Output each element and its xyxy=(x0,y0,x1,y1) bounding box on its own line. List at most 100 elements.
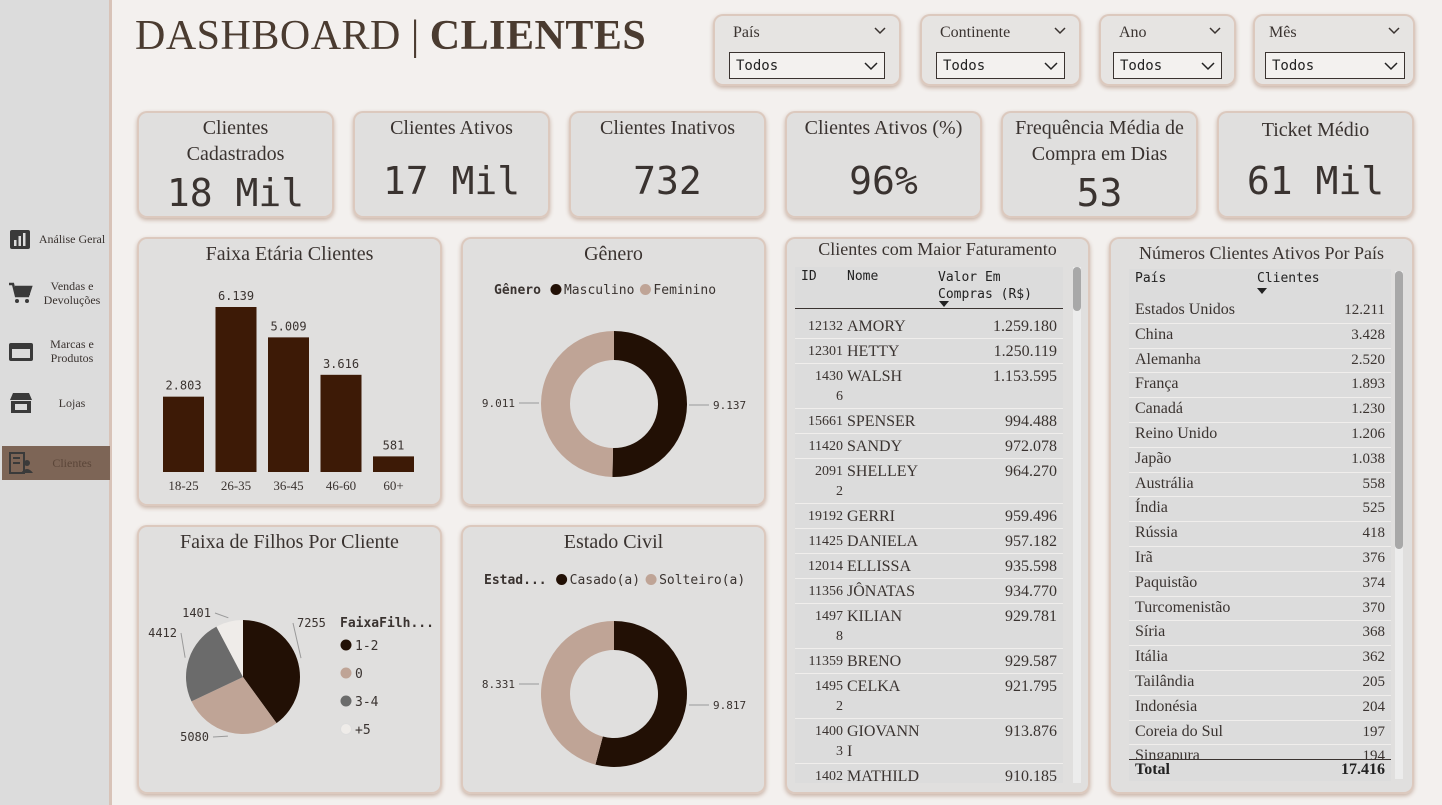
table-row[interactable]: 1402 MATHILD 910.185 xyxy=(795,764,1063,783)
sidebar-item-lojas[interactable]: Lojas xyxy=(2,386,110,420)
table-row[interactable]: 1495 2 CELKA 921.795 xyxy=(795,674,1063,719)
chevron-down-icon[interactable] xyxy=(1053,24,1067,38)
table-row[interactable]: 12301 HETTY 1.250.119 xyxy=(795,339,1063,364)
filter-select-continente[interactable]: Todos xyxy=(936,52,1065,79)
kpi-title: Clientes Ativos (%) xyxy=(804,117,963,139)
filter-select-pais[interactable]: Todos xyxy=(729,52,885,79)
table-row[interactable]: Síria 368 xyxy=(1129,621,1391,647)
table-scrollbar[interactable] xyxy=(1395,271,1403,779)
table-row[interactable]: 15661 SPENSER 994.488 xyxy=(795,409,1063,434)
cell-pais: Estados Unidos xyxy=(1135,301,1235,318)
table-row[interactable]: 1400 3 GIOVANN I 913.876 xyxy=(795,719,1063,764)
table-header: País Clientes xyxy=(1129,269,1391,297)
filter-select-ano[interactable]: Todos xyxy=(1113,52,1222,79)
table-row[interactable]: 11425 DANIELA 957.182 xyxy=(795,529,1063,554)
table-row[interactable]: Índia 525 xyxy=(1129,497,1391,523)
cell-nome: WALSH xyxy=(847,368,903,385)
cell-id: 11356 xyxy=(808,584,843,599)
slice-Masculino[interactable] xyxy=(612,331,688,477)
table-row[interactable]: 11359 BRENO 929.587 xyxy=(795,649,1063,674)
legend-marker[interactable] xyxy=(340,639,352,651)
table-scrollbar[interactable] xyxy=(1073,267,1081,783)
chevron-down-icon[interactable] xyxy=(873,24,887,38)
legend-marker[interactable] xyxy=(340,723,352,735)
column-header-pais[interactable]: País xyxy=(1135,271,1166,286)
table-row[interactable]: França 1.893 xyxy=(1129,373,1391,399)
scrollbar-thumb[interactable] xyxy=(1395,271,1403,549)
table-row[interactable]: Austrália 558 xyxy=(1129,473,1391,498)
sidebar-item-vendas[interactable]: Vendas e Devoluções xyxy=(2,276,110,310)
bar-36-45[interactable] xyxy=(268,337,309,472)
table-row[interactable]: Irã 376 xyxy=(1129,547,1391,572)
slice-Feminino[interactable] xyxy=(541,331,614,477)
table-row[interactable]: Indonésia 204 xyxy=(1129,696,1391,721)
legend-label[interactable]: Masculino xyxy=(564,283,634,298)
table-row[interactable]: 2091 2 SHELLEY 964.270 xyxy=(795,459,1063,504)
table-row[interactable]: Itália 362 xyxy=(1129,646,1391,671)
label-leader xyxy=(180,632,186,658)
column-header-clientes[interactable]: Clientes xyxy=(1257,271,1320,286)
legend-label[interactable]: Feminino xyxy=(653,283,716,298)
marital-donut-chart: Estad... Casado(a) Solteiro(a) 9.817 8.331 xyxy=(482,573,746,767)
chevron-down-icon[interactable] xyxy=(1387,24,1401,38)
legend-label[interactable]: Solteiro(a) xyxy=(659,573,745,588)
legend-marker[interactable] xyxy=(556,574,568,585)
filter-mes: Mês Todos xyxy=(1253,14,1415,86)
sort-desc-icon xyxy=(939,301,949,307)
table-row[interactable]: 1497 8 KILIAN 929.781 xyxy=(795,604,1063,649)
table-row[interactable]: 12014 ELLISSA 935.598 xyxy=(795,554,1063,579)
bar-60+[interactable] xyxy=(373,456,414,472)
legend-marker[interactable] xyxy=(645,574,657,585)
table-row[interactable]: Canadá 1.230 xyxy=(1129,398,1391,423)
age-bar-chart: 2.803 18-25 6.139 26-35 5.009 36-45 3.616 46-60… xyxy=(163,289,414,493)
table-row[interactable]: Turcomenistão 370 xyxy=(1129,597,1391,622)
cell-pais: Síria xyxy=(1135,623,1166,641)
column-header-nome[interactable]: Nome xyxy=(847,269,878,284)
table-row[interactable]: 1430 6 WALSH 1.153.595 xyxy=(795,364,1063,409)
sidebar-item-analise-geral[interactable]: Análise Geral xyxy=(2,222,110,256)
legend-label[interactable]: +5 xyxy=(355,723,371,738)
sidebar-item-clientes[interactable]: Clientes xyxy=(2,446,110,480)
bar-26-35[interactable] xyxy=(215,307,257,472)
cell-valor: 929.781 xyxy=(1005,608,1057,625)
table-row[interactable]: 12132 AMORY 1.259.180 xyxy=(795,314,1063,339)
kpi-clientes-cadastrados: Clientes Cadastrados 18 Mil xyxy=(137,111,334,218)
filter-select-mes[interactable]: Todos xyxy=(1265,52,1405,79)
table-row[interactable]: Reino Unido 1.206 xyxy=(1129,423,1391,448)
legend-label[interactable]: Casado(a) xyxy=(570,573,640,588)
cell-clientes: 368 xyxy=(1362,624,1386,641)
children-pie-chart: 7255 5080 4412 1401 FaixaFilh... 1-2 0 3-4 +5 xyxy=(148,606,434,744)
sidebar-item-marcas[interactable]: Marcas e Produtos xyxy=(2,334,110,368)
panel-faixa-filhos: Faixa de Filhos Por Cliente 7255 5080 4412… xyxy=(137,525,442,794)
table-row[interactable]: Alemanha 2.520 xyxy=(1129,349,1391,374)
bar-18-25[interactable] xyxy=(163,396,204,472)
table-row[interactable]: Paquistão 374 xyxy=(1129,572,1391,597)
table-row[interactable]: Tailândia 205 xyxy=(1129,671,1391,696)
cell-pais: Austrália xyxy=(1135,474,1194,492)
legend-marker[interactable] xyxy=(340,667,352,679)
table-row[interactable]: China 3.428 xyxy=(1129,324,1391,349)
table-row[interactable]: Estados Unidos 12.211 xyxy=(1129,299,1391,324)
table-row[interactable]: Japão 1.038 xyxy=(1129,448,1391,473)
legend-marker[interactable] xyxy=(550,284,562,295)
cell-id: 1430 6 xyxy=(815,369,843,404)
cell-id: 15661 xyxy=(808,414,843,429)
chevron-down-icon[interactable] xyxy=(1208,24,1222,38)
column-header-id[interactable]: ID xyxy=(801,269,817,284)
legend-marker[interactable] xyxy=(340,695,352,707)
bar-46-60[interactable] xyxy=(320,374,362,472)
cell-clientes: 558 xyxy=(1362,475,1386,492)
table-row[interactable]: Rússia 418 xyxy=(1129,522,1391,547)
table-row[interactable]: 11420 SANDY 972.078 xyxy=(795,434,1063,459)
legend-label[interactable]: 0 xyxy=(355,667,363,682)
table-row[interactable]: Coreia do Sul 197 xyxy=(1129,721,1391,746)
legend-label[interactable]: 3-4 xyxy=(355,695,379,710)
cell-clientes: 1.230 xyxy=(1351,401,1385,418)
scrollbar-thumb[interactable] xyxy=(1073,267,1081,311)
legend-label[interactable]: 1-2 xyxy=(355,639,378,654)
table-row[interactable]: 19192 GERRI 959.496 xyxy=(795,504,1063,529)
cell-id: 1495 2 xyxy=(815,679,843,714)
legend-marker[interactable] xyxy=(639,284,651,295)
table-row[interactable]: 11356 JÔNATAS 934.770 xyxy=(795,579,1063,604)
column-header-valor[interactable]: Valor Em Compras (R$) xyxy=(938,269,1048,303)
